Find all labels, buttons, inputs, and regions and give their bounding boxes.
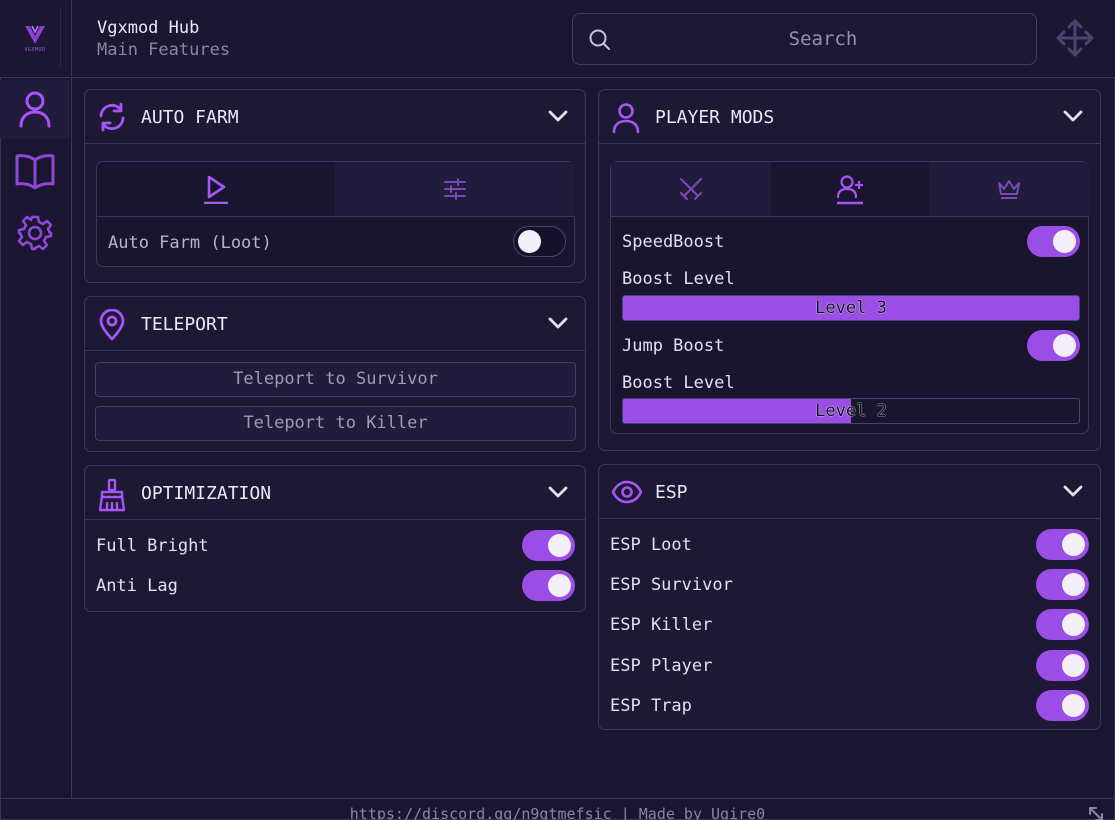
header: VGXMOD Vgxmod Hub Main Features xyxy=(0,0,1115,78)
move-icon[interactable] xyxy=(1055,18,1095,58)
chevron-down-icon[interactable] xyxy=(1062,108,1084,124)
search-input[interactable] xyxy=(613,14,1033,64)
jump-level-value: Level 2 xyxy=(815,401,887,421)
tab-play[interactable] xyxy=(97,162,335,216)
esp-player-toggle[interactable] xyxy=(1036,650,1089,681)
toggle-knob xyxy=(548,574,571,597)
search-icon xyxy=(589,29,610,50)
gear-icon xyxy=(17,215,53,251)
teleport-header[interactable]: TELEPORT xyxy=(85,297,585,351)
toggle-knob xyxy=(518,230,541,253)
esp-player-label: ESP Player xyxy=(610,656,713,676)
tab-combat[interactable] xyxy=(611,162,771,216)
auto-farm-panel: Auto Farm (Loot) xyxy=(96,161,575,267)
esp-title: ESP xyxy=(655,482,688,503)
esp-loot-toggle[interactable] xyxy=(1036,529,1089,560)
app-title: Vgxmod Hub xyxy=(97,18,200,38)
toggle-knob xyxy=(1062,533,1085,556)
teleport-to-survivor-button[interactable]: Teleport to Survivor xyxy=(95,362,576,397)
logo-text: VGXMOD xyxy=(24,46,46,53)
esp-survivor-toggle[interactable] xyxy=(1036,569,1089,600)
refresh-icon xyxy=(99,102,125,132)
esp-killer-toggle[interactable] xyxy=(1036,609,1089,640)
eye-icon xyxy=(611,480,643,504)
esp-header[interactable]: ESP xyxy=(599,465,1100,519)
auto-farm-title: AUTO FARM xyxy=(141,107,239,128)
esp-survivor-label: ESP Survivor xyxy=(610,575,733,595)
auto-farm-card: AUTO FARM Auto Farm (Loot) xyxy=(84,89,586,283)
anti-lag-label: Anti Lag xyxy=(96,576,178,596)
anti-lag-toggle[interactable] xyxy=(522,570,575,601)
footer: https://discord.gg/n9gtmefsic | Made by … xyxy=(0,798,1115,820)
sidebar xyxy=(0,78,72,798)
map-pin-icon xyxy=(99,309,125,341)
jump-boost-toggle[interactable] xyxy=(1027,330,1080,361)
sidebar-item-settings[interactable] xyxy=(0,204,70,262)
logo: VGXMOD xyxy=(0,0,72,76)
play-icon xyxy=(204,175,228,204)
chevron-down-icon[interactable] xyxy=(547,484,569,500)
jump-boost-level-label: Boost Level xyxy=(622,373,735,393)
tab-settings[interactable] xyxy=(335,162,575,216)
optimization-card: OPTIMIZATION Full Bright Anti Lag xyxy=(84,465,586,612)
player-mods-header[interactable]: PLAYER MODS xyxy=(599,90,1100,144)
player-mods-panel: SpeedBoost Boost Level Level 3 Jump Boos… xyxy=(610,161,1089,434)
book-icon xyxy=(15,154,55,190)
toggle-knob xyxy=(1053,230,1076,253)
user-icon xyxy=(612,103,640,134)
broom-icon xyxy=(98,478,126,512)
user-plus-icon xyxy=(836,175,863,205)
chevron-down-icon[interactable] xyxy=(547,315,569,331)
speed-boost-level-slider[interactable]: Level 3 xyxy=(622,295,1080,321)
full-bright-toggle[interactable] xyxy=(522,530,575,561)
esp-killer-label: ESP Killer xyxy=(610,615,713,635)
resize-icon[interactable] xyxy=(1087,805,1105,820)
auto-farm-header[interactable]: AUTO FARM xyxy=(85,90,585,144)
footer-credits: https://discord.gg/n9gtmefsic | Made by … xyxy=(349,805,766,820)
sidebar-item-main[interactable] xyxy=(0,80,70,138)
player-mods-card: PLAYER MODS SpeedBoost Boost Level Level… xyxy=(598,89,1101,451)
auto-farm-loot-label: Auto Farm (Loot) xyxy=(108,233,272,253)
toggle-knob xyxy=(1053,334,1076,357)
esp-card: ESP ESP Loot ESP Survivor ESP Killer ESP… xyxy=(598,464,1101,730)
esp-trap-toggle[interactable] xyxy=(1036,690,1089,721)
speed-level-value: Level 3 xyxy=(815,298,887,318)
tab-player[interactable] xyxy=(771,162,929,216)
app-subtitle: Main Features xyxy=(97,40,231,60)
jump-boost-label: Jump Boost xyxy=(622,336,725,356)
player-mods-title: PLAYER MODS xyxy=(655,107,775,128)
toggle-knob xyxy=(1062,573,1085,596)
toggle-knob xyxy=(1062,613,1085,636)
esp-trap-label: ESP Trap xyxy=(610,696,692,716)
teleport-to-killer-button[interactable]: Teleport to Killer xyxy=(95,406,576,441)
optimization-title: OPTIMIZATION xyxy=(141,483,272,504)
speedboost-label: SpeedBoost xyxy=(622,232,725,252)
auto-farm-loot-toggle[interactable] xyxy=(513,226,566,257)
toggle-knob xyxy=(1062,694,1085,717)
tab-premium[interactable] xyxy=(929,162,1089,216)
toggle-knob xyxy=(1062,654,1085,677)
sidebar-item-docs[interactable] xyxy=(0,142,70,200)
teleport-title: TELEPORT xyxy=(141,314,228,335)
esp-loot-label: ESP Loot xyxy=(610,535,692,555)
divider xyxy=(97,216,574,217)
chevron-down-icon[interactable] xyxy=(547,108,569,124)
crown-icon xyxy=(998,180,1020,199)
swords-icon xyxy=(680,178,702,200)
sliders-icon xyxy=(444,178,466,200)
speedboost-toggle[interactable] xyxy=(1027,226,1080,257)
jump-boost-level-slider[interactable]: Level 2 xyxy=(622,398,1080,424)
logo-icon xyxy=(25,25,45,44)
teleport-card: TELEPORT Teleport to Survivor Teleport t… xyxy=(84,296,586,452)
divider xyxy=(611,216,1088,217)
toggle-knob xyxy=(548,534,571,557)
speed-boost-level-label: Boost Level xyxy=(622,269,735,289)
search-box[interactable] xyxy=(572,13,1037,65)
optimization-header[interactable]: OPTIMIZATION xyxy=(85,466,585,520)
chevron-down-icon[interactable] xyxy=(1062,483,1084,499)
user-icon xyxy=(19,91,51,128)
full-bright-label: Full Bright xyxy=(96,536,209,556)
